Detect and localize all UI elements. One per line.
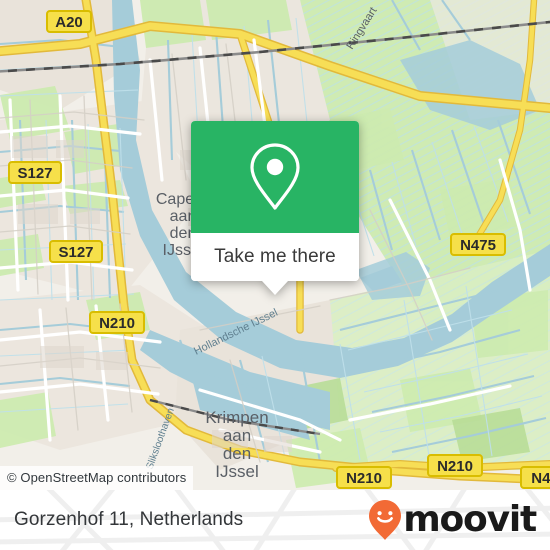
map-water-label-hollandsche-ijssel: Hollandsche IJssel [192, 307, 280, 358]
place-line: IJssel [215, 462, 258, 481]
map-water-label-ringvaart: Ringvaart [344, 5, 379, 51]
road-shield-s127-north: S127 [8, 161, 62, 184]
svg-text:S127: S127 [58, 244, 93, 261]
moovit-wordmark: moovit [403, 499, 537, 540]
road-shield-n210-center: N210 [336, 466, 392, 489]
svg-text:N210: N210 [99, 315, 135, 332]
svg-text:N210: N210 [437, 458, 473, 475]
location-title: Gorzenhof 11, Netherlands [14, 509, 244, 530]
road-shield-n210-east: N210 [427, 454, 483, 477]
map-water-label-sliksloothaven: Sliksloothaven [144, 407, 176, 471]
road-shield-n47-edge: N47 [520, 466, 550, 489]
popup-hero [191, 121, 359, 233]
moovit-brand[interactable]: moovit [368, 499, 537, 541]
place-line: den [223, 444, 251, 463]
svg-text:S127: S127 [17, 165, 52, 182]
svg-text:N47: N47 [531, 470, 550, 487]
take-me-there-button[interactable]: Take me there [191, 233, 359, 281]
svg-text:N210: N210 [346, 470, 382, 487]
place-line: Krimpen [205, 408, 268, 427]
popup-body: Take me there [191, 121, 359, 281]
road-shield-a20: A20 [46, 10, 92, 33]
bottom-bar: Gorzenhof 11, Netherlands moovit [0, 490, 550, 550]
road-shield-n475: N475 [450, 233, 506, 256]
place-line: aan [223, 426, 251, 445]
destination-popup[interactable]: Take me there [191, 121, 359, 295]
map-share-page: Capelle aan den IJssel Krimpen aan den I… [0, 0, 550, 550]
svg-text:N475: N475 [460, 237, 496, 254]
popup-pointer [262, 281, 288, 295]
map-place-label-krimpen: Krimpen aan den IJssel [205, 408, 268, 481]
road-shield-n210-west: N210 [89, 311, 145, 334]
map-attribution[interactable]: © OpenStreetMap contributors [0, 466, 194, 490]
svg-text:A20: A20 [55, 14, 83, 31]
moovit-pin-smiley-icon [369, 500, 402, 540]
road-shield-s127-south: S127 [49, 240, 103, 263]
map-pin-icon [250, 143, 300, 210]
